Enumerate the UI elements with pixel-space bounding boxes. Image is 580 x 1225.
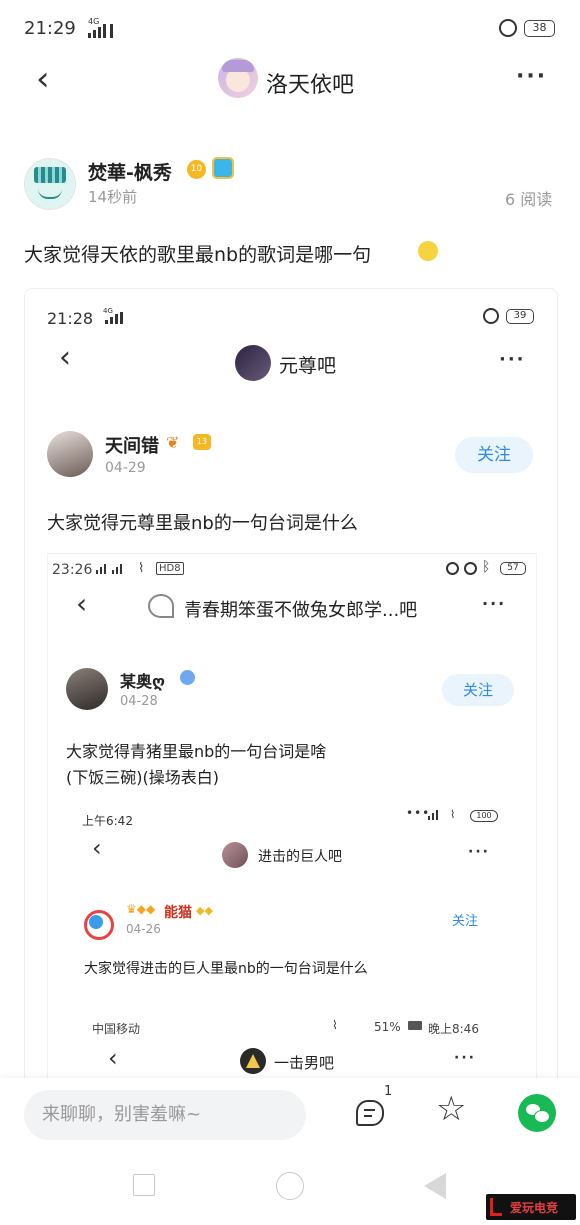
- bottom-bar: 来聊聊，别害羞嘛~ 1 ☆ 爱玩电竞: [0, 1078, 580, 1225]
- shot2-title: 青春期笨蛋不做兔女郎学...吧: [184, 600, 418, 621]
- watermark-text: 爱玩电竞: [510, 1201, 559, 1215]
- watermark-logo: 爱玩电竞: [486, 1194, 576, 1220]
- shot4-forum-avatar: [240, 1048, 266, 1074]
- forum-avatar: [218, 58, 258, 98]
- shot1-text: 大家觉得元尊里最nb的一句台词是什么: [47, 513, 358, 534]
- recent-apps-icon[interactable]: [133, 1174, 155, 1196]
- shot3-title: 进击的巨人吧: [258, 849, 342, 865]
- status-time: 21:29: [24, 18, 76, 39]
- shot3-more-icon: ···: [468, 844, 490, 860]
- system-back-icon[interactable]: [424, 1173, 446, 1199]
- shot1-more-icon: ···: [499, 349, 526, 370]
- shot3-author-avatar: [84, 910, 114, 940]
- shot2-text-line1: 大家觉得青猪里最nb的一句台词是啥: [66, 742, 327, 761]
- shot1-battery: 39: [506, 309, 534, 324]
- shot1-follow-button: 关注: [455, 437, 533, 473]
- shot4-battery: 51%: [374, 1020, 401, 1034]
- shot2-signal-icon: [96, 564, 122, 574]
- wechat-share-icon[interactable]: [518, 1094, 556, 1132]
- top-navbar: ‹ 洛天依吧 ···: [0, 56, 580, 112]
- shot2-more-icon: ···: [482, 594, 507, 613]
- shot2-forum-avatar: [148, 594, 174, 618]
- comment-input[interactable]: 来聊聊，别害羞嘛~: [24, 1090, 306, 1140]
- nested-screenshot-3: 上午6:42 ••• ⌇ 100 ‹ 进击的巨人吧 ··· ♛◆◆ 能猫 ◆◆ …: [68, 800, 518, 1014]
- shot4-wifi-icon: ⌇: [332, 1018, 338, 1032]
- shot2-date: 04-28: [120, 694, 158, 709]
- shot1-level-badge: 13: [193, 434, 211, 450]
- shot1-alarm-icon: [483, 308, 499, 324]
- status-bar: 21:29 4G 38: [0, 0, 580, 56]
- shot3-wifi-icon: ⌇: [450, 808, 456, 821]
- shot3-signal-icon: [428, 810, 438, 820]
- shot1-maple-icon: ❦: [166, 433, 180, 452]
- battery-indicator: 38: [524, 20, 555, 37]
- shot2-bluetooth-icon: ᛒ: [482, 559, 491, 575]
- post-text: 大家觉得天依的歌里最nb的歌词是哪一句: [24, 244, 372, 266]
- nested-screenshot-2: 23:26 ⌇ HD8 ᛒ 57 ‹ 青春期笨蛋不做兔女郎学...吧 ··· 某…: [47, 553, 537, 1085]
- shot4-battery-icon: [408, 1021, 422, 1030]
- vip-badge-icon: [212, 157, 234, 179]
- shot2-battery: 57: [500, 562, 526, 575]
- smile-emoji-icon: [418, 241, 438, 261]
- shot2-follow-button: 关注: [442, 674, 514, 706]
- shot1-forum-avatar: [235, 345, 271, 381]
- shot3-follow-button: 关注: [452, 914, 479, 929]
- alarm-icon: [499, 19, 517, 37]
- shot3-text: 大家觉得进击的巨人里最nb的一句台词是什么: [84, 961, 368, 977]
- comment-icon[interactable]: [356, 1100, 384, 1126]
- shot2-time: 23:26: [52, 562, 93, 578]
- shot2-back-icon: ‹: [76, 587, 88, 620]
- page-title: 洛天依吧: [266, 73, 355, 98]
- more-options-icon[interactable]: ···: [516, 64, 547, 89]
- signal-icon: [88, 24, 113, 38]
- shot4-carrier: 中国移动: [92, 1022, 141, 1036]
- shot1-time: 21:28: [47, 309, 94, 328]
- shot1-author: 天间错: [105, 436, 159, 457]
- shot3-badges-icon: ♛◆◆: [126, 902, 156, 916]
- shot4-title: 一击男吧: [274, 1054, 335, 1072]
- home-icon[interactable]: [276, 1172, 304, 1200]
- shot2-wifi-icon: ⌇: [138, 561, 145, 576]
- nested-screenshot-4: 中国移动 ⌇ 51% 晚上8:46 ‹ 一击男吧 ···: [68, 1016, 518, 1084]
- shot3-date: 04-26: [126, 922, 161, 936]
- view-count: 6 阅读: [505, 190, 553, 209]
- shot2-author: 某奥ღ: [120, 672, 166, 691]
- shot1-title: 元尊吧: [279, 355, 337, 377]
- shot4-more-icon: ···: [454, 1050, 476, 1066]
- shot3-forum-avatar: [222, 842, 248, 868]
- shot3-dots-icon: •••: [406, 806, 431, 820]
- shot2-alarm-icon: [464, 562, 477, 575]
- shot2-text-line2: (下饭三碗)(操场表白): [66, 768, 219, 787]
- shot3-back-icon: ‹: [92, 834, 102, 862]
- shot3-battery: 100: [470, 810, 498, 822]
- shot4-time: 晚上8:46: [428, 1022, 479, 1036]
- shot1-signal-icon: [105, 312, 123, 324]
- favorite-star-icon[interactable]: ☆: [436, 1092, 466, 1126]
- shot2-lock-icon: [446, 562, 459, 575]
- shot2-network: HD8: [156, 562, 184, 575]
- comment-count: 1: [384, 1084, 393, 1099]
- shot1-back-icon: ‹: [59, 340, 71, 375]
- shot2-author-avatar: [66, 668, 108, 710]
- shot2-verified-icon: [180, 670, 195, 685]
- author-name[interactable]: 焚華-枫秀: [88, 158, 172, 185]
- shot3-time: 上午6:42: [82, 814, 133, 828]
- shot1-date: 04-29: [105, 460, 146, 476]
- post-image[interactable]: 21:28 4G 39 ‹ 元尊吧 ··· 天间错 ❦ 13 04-29 关注 …: [24, 288, 558, 1090]
- shot3-level-icon: ◆◆: [196, 904, 213, 917]
- post-time: 14秒前: [88, 188, 138, 206]
- back-arrow-icon[interactable]: ‹: [36, 62, 50, 96]
- shot3-author: 能猫: [164, 905, 192, 921]
- shot1-author-avatar: [47, 431, 93, 477]
- shot4-back-icon: ‹: [108, 1044, 118, 1072]
- level-badge-icon: 10: [187, 160, 206, 179]
- author-avatar[interactable]: [24, 158, 76, 210]
